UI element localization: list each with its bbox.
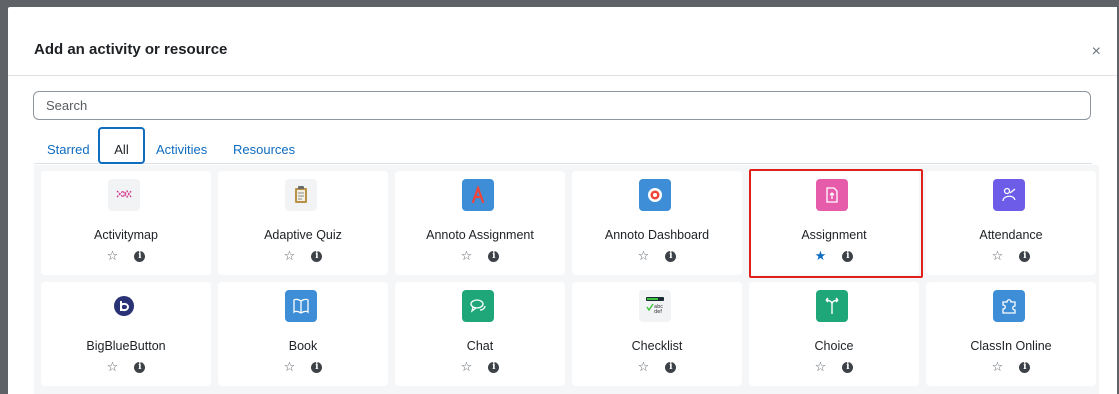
info-icon[interactable]: i	[1019, 250, 1031, 262]
info-icon[interactable]: i	[842, 361, 854, 373]
annoto-a-icon	[462, 179, 494, 211]
tab-all[interactable]: All	[98, 127, 145, 164]
activity-name: Chat	[466, 339, 494, 353]
book-icon	[285, 290, 317, 322]
puzzle-icon	[993, 290, 1025, 322]
info-icon[interactable]: i	[311, 250, 323, 262]
tab-bar: Starred All Activities Resources	[34, 127, 1092, 164]
choice-signpost-icon	[816, 290, 848, 322]
annoto-dashboard-icon	[639, 179, 671, 211]
star-icon[interactable]: ☆	[107, 249, 119, 263]
info-icon[interactable]: i	[1019, 361, 1031, 373]
activity-name: Activitymap	[94, 228, 158, 242]
activity-card-attendance[interactable]: Attendance ☆ i	[926, 171, 1096, 275]
activity-name: Checklist	[631, 339, 683, 353]
star-icon[interactable]: ☆	[638, 249, 650, 263]
checklist-icon-text-2: def	[654, 309, 662, 315]
star-icon[interactable]: ☆	[992, 360, 1004, 374]
chat-bubbles-icon	[462, 290, 494, 322]
tab-starred[interactable]: Starred	[47, 127, 90, 164]
star-icon[interactable]: ☆	[461, 360, 473, 374]
modal-title: Add an activity or resource	[34, 41, 228, 58]
checklist-icon: abc def	[639, 290, 671, 322]
activity-card-adaptive-quiz[interactable]: Adaptive Quiz ☆ i	[218, 171, 388, 275]
activity-name: BigBlueButton	[86, 339, 166, 353]
star-icon[interactable]: ☆	[638, 360, 650, 374]
attendance-hand-icon	[993, 179, 1025, 211]
tab-resources[interactable]: Resources	[233, 127, 295, 164]
activity-name: Annoto Dashboard	[604, 228, 710, 242]
activity-card-choice[interactable]: Choice ☆ i	[749, 282, 919, 386]
search-input[interactable]	[33, 91, 1091, 120]
activity-card-bigbluebutton[interactable]: BigBlueButton ☆ i	[41, 282, 211, 386]
add-activity-modal: Add an activity or resource × Starred Al…	[8, 7, 1117, 394]
activity-card-book[interactable]: Book ☆ i	[218, 282, 388, 386]
activity-card-chat[interactable]: Chat ☆ i	[395, 282, 565, 386]
star-icon[interactable]: ☆	[284, 249, 296, 263]
info-icon[interactable]: i	[665, 361, 677, 373]
activity-name: Attendance	[979, 228, 1043, 242]
activity-name: Adaptive Quiz	[264, 228, 342, 242]
tab-activities[interactable]: Activities	[156, 127, 207, 164]
star-filled-icon[interactable]: ★	[815, 249, 827, 263]
info-icon[interactable]: i	[665, 250, 677, 262]
activity-name: Choice	[814, 339, 854, 353]
info-icon[interactable]: i	[842, 250, 854, 262]
activity-name: Annoto Assignment	[426, 228, 534, 242]
star-icon[interactable]: ☆	[992, 249, 1004, 263]
modal-header: Add an activity or resource ×	[8, 7, 1117, 76]
bigbluebutton-icon	[108, 290, 140, 322]
activity-card-annoto-dashboard[interactable]: Annoto Dashboard ☆ i	[572, 171, 742, 275]
info-icon[interactable]: i	[134, 361, 146, 373]
info-icon[interactable]: i	[488, 361, 500, 373]
star-icon[interactable]: ☆	[815, 360, 827, 374]
star-icon[interactable]: ☆	[284, 360, 296, 374]
star-icon[interactable]: ☆	[461, 249, 473, 263]
activity-name: ClassIn Online	[970, 339, 1052, 353]
activity-card-assignment[interactable]: Assignment ★ i	[749, 171, 919, 275]
info-icon[interactable]: i	[134, 250, 146, 262]
info-icon[interactable]: i	[311, 361, 323, 373]
activity-card-activitymap[interactable]: Activitymap ☆ i	[41, 171, 211, 275]
activity-card-classin-online[interactable]: ClassIn Online ☆ i	[926, 282, 1096, 386]
activity-name: Book	[288, 339, 318, 353]
activity-name: Assignment	[801, 228, 867, 242]
activitymap-icon	[108, 179, 140, 211]
info-icon[interactable]: i	[488, 250, 500, 262]
clipboard-icon	[285, 179, 317, 211]
assignment-upload-icon	[816, 179, 848, 211]
close-button[interactable]: ×	[1092, 44, 1101, 60]
star-icon[interactable]: ☆	[107, 360, 119, 374]
activity-card-annoto-assignment[interactable]: Annoto Assignment ☆ i	[395, 171, 565, 275]
activity-card-checklist[interactable]: abc def Checklist ☆ i	[572, 282, 742, 386]
